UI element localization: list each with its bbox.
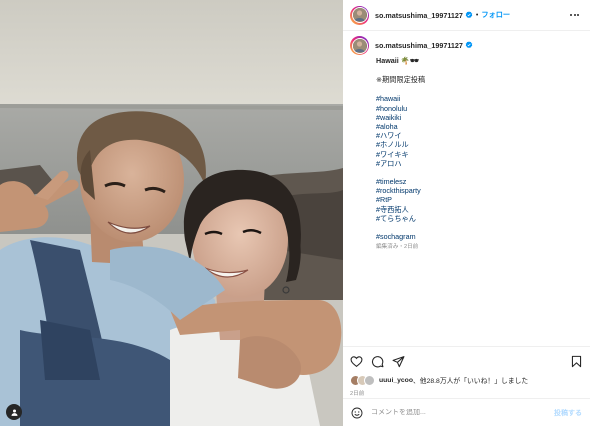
comment-icon[interactable] (371, 355, 384, 368)
caption-section: so.matsushima_19971127 Hawaii 🌴🕶 ※期間限定投稿… (350, 36, 584, 341)
edited-timestamp: 編集済み・2日前 (376, 244, 419, 251)
hashtag-link[interactable]: #ハワイ (376, 131, 425, 140)
verified-badge-icon (465, 11, 473, 19)
hashtag-link[interactable]: #ホノルル (376, 140, 425, 149)
likes-count-text: 、他28.8万人が「いいね！」しました (413, 378, 529, 385)
user-tag-icon[interactable] (6, 404, 22, 420)
likes-summary[interactable]: uuui_ycoo 、他28.8万人が「いいね！」しました (350, 374, 528, 386)
share-icon[interactable] (392, 355, 405, 368)
liker-username[interactable]: uuui_ycoo (379, 377, 413, 384)
username-link[interactable]: so.matsushima_19971127 (375, 11, 463, 20)
hashtag-link[interactable]: #RtP (376, 195, 425, 204)
hashtag-link[interactable]: #aloha (376, 122, 425, 131)
hashtag-group: #timelesz #rockthisparty #RtP #寺西拓人 #てらち… (376, 177, 425, 223)
separator-dot: • (475, 11, 479, 19)
caption-text: Hawaii 🌴🕶 ※期間限定投稿 #hawaii #honolulu #wai… (376, 56, 425, 252)
hashtag-link[interactable]: #寺西拓人 (376, 205, 425, 214)
more-options-icon[interactable] (567, 11, 582, 19)
hashtag-link[interactable]: #hawaii (376, 94, 425, 103)
hashtag-link[interactable]: #waikiki (376, 113, 425, 122)
caption-username-link[interactable]: so.matsushima_19971127 (375, 41, 463, 50)
hashtag-group: #hawaii #honolulu #waikiki #aloha #ハワイ #… (376, 94, 425, 168)
hashtag-group: #sochagram (376, 232, 425, 241)
hashtag-link[interactable]: #sochagram (376, 232, 425, 241)
photo-illustration (0, 0, 343, 426)
post-photo[interactable] (0, 0, 343, 426)
hashtag-link[interactable]: #timelesz (376, 177, 425, 186)
actions-divider (343, 346, 590, 347)
hashtag-link[interactable]: #rockthisparty (376, 186, 425, 195)
avatar[interactable] (350, 5, 369, 25)
post-comment-button[interactable]: 投稿する (554, 408, 582, 418)
post-details-panel: so.matsushima_19971127 • フォロー so.matsush… (343, 0, 590, 426)
comment-input[interactable] (371, 409, 550, 416)
action-bar (350, 354, 583, 368)
liker-avatars (350, 374, 376, 386)
heart-icon[interactable] (350, 355, 363, 368)
caption-title: Hawaii 🌴🕶 (376, 56, 419, 65)
emoji-icon[interactable] (351, 407, 363, 419)
caption-limited-note: ※期間限定投稿 (376, 75, 426, 85)
post-header: so.matsushima_19971127 • フォロー (343, 0, 590, 31)
hashtag-link[interactable]: #てらちゃん (376, 214, 425, 223)
post-date: 2日前 (350, 391, 365, 397)
caption-avatar[interactable] (350, 36, 369, 55)
hashtag-link[interactable]: #ワイキキ (376, 150, 425, 159)
hashtag-link[interactable]: #honolulu (376, 104, 425, 113)
follow-button[interactable]: フォロー (481, 10, 510, 20)
verified-badge-icon (465, 41, 473, 49)
bookmark-icon[interactable] (570, 355, 583, 368)
hashtag-link[interactable]: #アロハ (376, 159, 425, 168)
comment-bar: 投稿する (343, 398, 590, 426)
